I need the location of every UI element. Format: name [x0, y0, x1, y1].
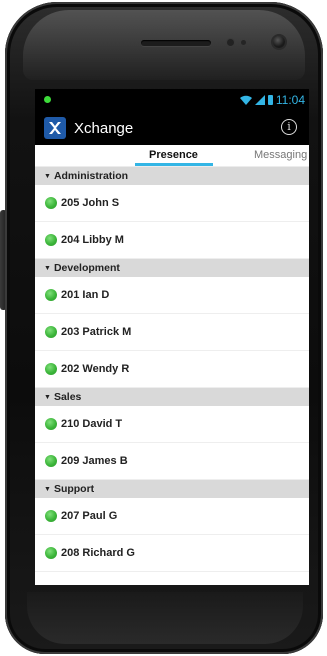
status-icons: 11:04 — [239, 93, 305, 107]
contact-row[interactable]: 204 Libby M — [35, 222, 309, 259]
online-status-icon — [45, 418, 57, 430]
contact-name: 203 Patrick M — [61, 326, 132, 338]
earpiece-speaker — [141, 40, 211, 46]
phone-chin — [27, 592, 303, 644]
proximity-sensor — [227, 39, 234, 46]
info-icon[interactable]: i — [281, 119, 297, 135]
light-sensor — [241, 40, 246, 45]
group-label: Administration — [53, 170, 129, 182]
status-bar: 11:04 — [35, 89, 309, 111]
contact-row[interactable]: 205 John S — [35, 185, 309, 222]
app-title: Xchange — [74, 119, 134, 137]
tab-bar: Presence Messaging — [35, 145, 309, 167]
contact-name: 208 Richard G — [61, 547, 135, 559]
xchange-logo-icon[interactable] — [44, 117, 66, 139]
group-header-administration[interactable]: ▼ Administration — [35, 167, 309, 185]
device-frame-stage: 11:04 Xchange i Presence Messaging ▼ Adm… — [0, 0, 327, 656]
tab-messaging[interactable]: Messaging — [254, 149, 307, 161]
group-header-development[interactable]: ▼ Development — [35, 259, 309, 277]
contact-row[interactable]: 201 Ian D — [35, 277, 309, 314]
online-status-icon — [45, 455, 57, 467]
contact-row[interactable]: 202 Wendy R — [35, 351, 309, 388]
online-status-icon — [45, 289, 57, 301]
notification-dot-icon — [44, 96, 51, 103]
expand-triangle-icon: ▼ — [44, 393, 51, 401]
contact-row[interactable]: 210 David T — [35, 406, 309, 443]
online-status-icon — [45, 197, 57, 209]
contact-row[interactable]: 208 Richard G — [35, 535, 309, 572]
status-clock: 11:04 — [275, 93, 305, 107]
x-mark-icon — [49, 122, 61, 134]
group-label: Support — [53, 483, 95, 495]
online-status-icon — [45, 510, 57, 522]
contact-row[interactable]: 209 James B — [35, 443, 309, 480]
group-label: Development — [53, 262, 120, 274]
wifi-icon — [239, 95, 252, 105]
online-status-icon — [45, 234, 57, 246]
group-label: Sales — [53, 391, 82, 403]
group-header-sales[interactable]: ▼ Sales — [35, 388, 309, 406]
contact-row[interactable]: 203 Patrick M — [35, 314, 309, 351]
expand-triangle-icon: ▼ — [44, 485, 51, 493]
contact-name: 210 David T — [61, 418, 123, 430]
presence-list: ▼ Administration 205 John S 204 Libby M … — [35, 167, 309, 572]
expand-triangle-icon: ▼ — [44, 264, 51, 272]
contact-name: 207 Paul G — [61, 510, 118, 522]
action-bar: Xchange i — [35, 111, 309, 145]
online-status-icon — [45, 547, 57, 559]
online-status-icon — [45, 363, 57, 375]
tab-selected-indicator — [135, 163, 213, 166]
battery-icon — [267, 95, 273, 105]
group-header-support[interactable]: ▼ Support — [35, 480, 309, 498]
front-camera — [273, 36, 285, 48]
contact-name: 202 Wendy R — [61, 363, 130, 375]
contact-name: 209 James B — [61, 455, 128, 467]
tab-presence[interactable]: Presence — [149, 149, 198, 161]
expand-triangle-icon: ▼ — [44, 172, 51, 180]
contact-name: 201 Ian D — [61, 289, 110, 301]
contact-name: 205 John S — [61, 197, 120, 209]
contact-name: 204 Libby M — [61, 234, 124, 246]
online-status-icon — [45, 326, 57, 338]
phone-screen: 11:04 Xchange i Presence Messaging ▼ Adm… — [35, 89, 309, 585]
contact-row[interactable]: 207 Paul G — [35, 498, 309, 535]
signal-icon — [254, 95, 265, 105]
